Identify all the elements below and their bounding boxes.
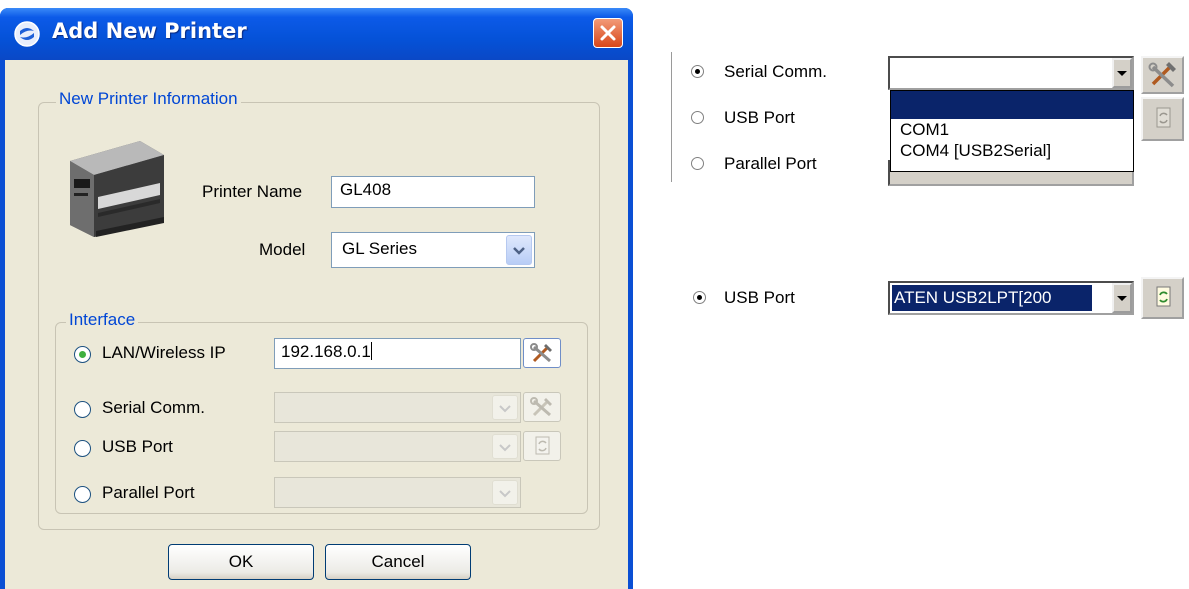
printer-image xyxy=(70,141,164,237)
model-select-value: GL Series xyxy=(342,239,417,258)
lan-settings-button[interactable] xyxy=(523,338,561,368)
usb-port-select[interactable] xyxy=(274,431,521,462)
chevron-down-icon xyxy=(499,490,511,498)
serial-radio[interactable] xyxy=(74,401,91,418)
usb-port-value: ATEN USB2LPT[200 xyxy=(894,288,1052,307)
usb-port-selection: ATEN USB2LPT[200 xyxy=(892,285,1092,311)
dialog-title: Add New Printer xyxy=(52,19,247,43)
ip-address-input[interactable]: 192.168.0.1 xyxy=(274,338,521,369)
serial-settings-button-classic[interactable] xyxy=(1141,56,1184,94)
lan-radio[interactable] xyxy=(74,346,91,363)
dropdown-item-com4[interactable]: COM4 [USB2Serial] xyxy=(900,141,1051,161)
printer-name-label: Printer Name xyxy=(202,182,303,201)
usb-label[interactable]: USB Port xyxy=(102,437,173,457)
panel-divider xyxy=(671,52,672,182)
radio-dot xyxy=(695,69,700,74)
serial-dropdown-button[interactable] xyxy=(492,395,518,420)
ok-button[interactable]: OK xyxy=(168,544,314,580)
chevron-down-icon xyxy=(499,405,511,413)
lan-label[interactable]: LAN/Wireless IP xyxy=(102,343,226,363)
parallel-radio[interactable] xyxy=(74,486,91,503)
title-bar[interactable]: Add New Printer xyxy=(0,8,633,60)
ip-address-value: 192.168.0.1 xyxy=(281,342,371,361)
triangle-down-icon xyxy=(1117,296,1127,301)
usb-port-combo[interactable]: ATEN USB2LPT[200 xyxy=(888,281,1134,315)
radio-dot xyxy=(697,295,702,300)
serial-label[interactable]: Serial Comm. xyxy=(102,398,205,418)
chevron-down-icon xyxy=(499,444,511,452)
interface-legend: Interface xyxy=(66,310,139,330)
dropdown-item-com1[interactable]: COM1 xyxy=(900,120,949,140)
refresh-icon xyxy=(535,436,550,455)
app-logo-icon xyxy=(14,21,40,47)
usb-refresh-button-classic-disabled[interactable] xyxy=(1141,97,1184,141)
usb-radio-selected[interactable] xyxy=(693,291,706,304)
printer-name-input[interactable]: GL408 xyxy=(331,176,535,208)
tools-icon xyxy=(1148,62,1176,88)
cancel-button[interactable]: Cancel xyxy=(325,544,471,580)
triangle-down-icon xyxy=(1117,71,1127,76)
parallel-radio-classic[interactable] xyxy=(691,157,704,170)
usb-radio[interactable] xyxy=(74,440,91,457)
tools-icon xyxy=(530,343,552,363)
model-dropdown-button[interactable] xyxy=(506,235,532,265)
serial-radio-classic[interactable] xyxy=(691,65,704,78)
radio-dot xyxy=(79,351,86,358)
refresh-icon xyxy=(1156,286,1171,307)
add-printer-dialog: Add New Printer New Printer Information … xyxy=(0,8,633,589)
usb-port-label[interactable]: USB Port xyxy=(724,288,795,308)
usb-refresh-button[interactable] xyxy=(523,431,561,461)
serial-label-classic[interactable]: Serial Comm. xyxy=(724,62,827,82)
usb-combo-arrow[interactable] xyxy=(1112,283,1132,313)
text-cursor xyxy=(370,342,372,360)
serial-settings-button[interactable] xyxy=(523,392,561,422)
parallel-dropdown-button[interactable] xyxy=(492,480,518,505)
serial-port-dropdown-list[interactable]: COM1 COM4 [USB2Serial] xyxy=(890,90,1134,172)
model-label: Model xyxy=(259,240,306,259)
tools-icon xyxy=(530,397,552,417)
close-button[interactable] xyxy=(593,18,623,48)
parallel-label[interactable]: Parallel Port xyxy=(102,483,195,503)
parallel-port-select[interactable] xyxy=(274,477,521,508)
refresh-icon xyxy=(1156,107,1171,128)
usb-label-classic[interactable]: USB Port xyxy=(724,108,795,128)
printer-info-legend: New Printer Information xyxy=(56,89,241,109)
dialog-client-area: New Printer Information Printer Name GL4… xyxy=(5,60,628,589)
usb-dropdown-button[interactable] xyxy=(492,434,518,459)
usb-radio-classic[interactable] xyxy=(691,111,704,124)
serial-combo-arrow[interactable] xyxy=(1112,58,1132,88)
dropdown-item-empty-selected[interactable] xyxy=(891,91,1133,119)
serial-port-select[interactable] xyxy=(274,392,521,423)
chevron-down-icon xyxy=(513,247,525,255)
usb-refresh-button-classic[interactable] xyxy=(1141,277,1184,319)
model-select[interactable]: GL Series xyxy=(331,232,535,268)
serial-port-combo[interactable] xyxy=(888,56,1134,90)
parallel-label-classic[interactable]: Parallel Port xyxy=(724,154,817,174)
close-icon xyxy=(600,25,616,41)
